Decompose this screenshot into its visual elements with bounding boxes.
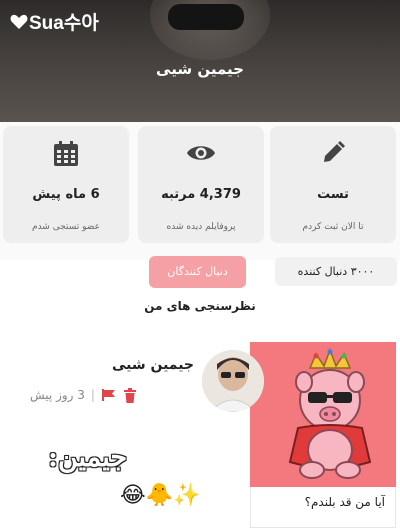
post-text: جیمین: [48, 442, 128, 473]
stat-card-joined[interactable]: 6 ماه پیش عضو تستجی شدم [3, 126, 129, 243]
follower-count: ۳۰۰۰ دنبال کننده [275, 257, 397, 286]
stats-bar: تست تا الان ثبت کردم 4,379 مرتبه پروفایل… [0, 122, 400, 260]
post-emoji: 😂🐥✨ [120, 483, 201, 508]
trash-icon[interactable] [123, 387, 137, 403]
post-meta: 3 روز پیش | [30, 386, 178, 404]
logo-text: Sua수아 [29, 13, 99, 34]
stat-value: 6 ماه پیش [32, 187, 100, 202]
post-time: 3 روز پیش [30, 388, 85, 402]
calendar-icon [54, 141, 78, 166]
avatar-photo [202, 350, 264, 412]
heart-icon [10, 14, 28, 29]
stat-card-views[interactable]: 4,379 مرتبه پروفایلم دیده شده [138, 126, 264, 243]
section-title: نظرسنجی های من [144, 299, 256, 313]
stat-value: تست [317, 187, 349, 202]
author-name[interactable]: جیمین شیی [112, 357, 194, 373]
pig-sticker-illustration [288, 347, 372, 479]
poll-question[interactable]: آیا من قد بلندم؟ [250, 487, 396, 528]
stat-card-submissions[interactable]: تست تا الان ثبت کردم [270, 126, 396, 243]
author-avatar[interactable] [202, 350, 264, 412]
flag-icon[interactable] [101, 388, 117, 402]
stat-caption: پروفایلم دیده شده [166, 222, 236, 232]
poll-image[interactable] [250, 342, 396, 487]
followers-button[interactable]: دنبال کنندگان [149, 256, 246, 288]
profile-header: Sua수아 جیمین شیی [0, 0, 400, 122]
stat-value: 4,379 مرتبه [161, 187, 241, 202]
stat-caption: تا الان ثبت کردم [302, 222, 364, 232]
eye-icon [187, 146, 215, 160]
profile-name: جیمین شیی [156, 60, 244, 78]
app-logo[interactable]: Sua수아 [10, 8, 99, 35]
header-photo-sunglasses [168, 4, 244, 30]
stat-caption: عضو تستجی شدم [32, 222, 100, 232]
meta-divider: | [90, 388, 95, 402]
pencil-icon [324, 141, 345, 162]
